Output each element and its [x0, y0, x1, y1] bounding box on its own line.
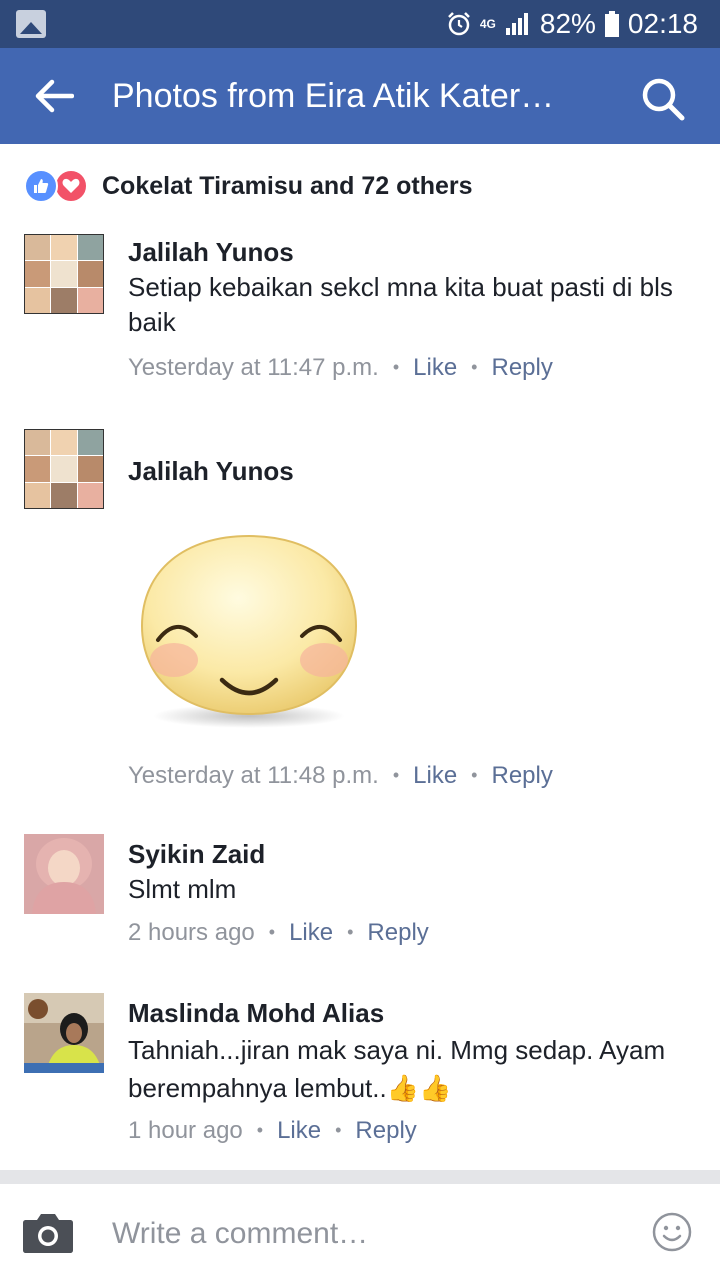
like-reaction-icon — [24, 169, 58, 203]
avatar[interactable] — [24, 993, 104, 1073]
avatar[interactable] — [24, 429, 104, 509]
comment-meta: 1 hour ago • Like • Reply — [128, 1115, 688, 1146]
comment-meta: Yesterday at 11:47 p.m. • Like • Reply — [128, 352, 688, 383]
status-bar: 4G 82% 02:18 — [0, 0, 720, 48]
comment-composer — [0, 1184, 720, 1280]
like-button[interactable]: Like — [277, 1117, 321, 1144]
status-icons: 4G 82% 02:18 — [446, 0, 698, 48]
alarm-icon — [447, 12, 470, 36]
comment-time: Yesterday at 11:47 p.m. — [128, 354, 379, 381]
avatar[interactable] — [24, 834, 104, 914]
like-button[interactable]: Like — [413, 354, 457, 381]
separator-dot: • — [471, 357, 478, 377]
avatar[interactable] — [24, 234, 104, 314]
comment-text: Tahniah...jiran mak saya ni. Mmg sedap. … — [128, 1035, 666, 1103]
app-bar: Photos from Eira Atik Kater… — [0, 48, 720, 144]
arrow-left-icon[interactable] — [34, 78, 74, 114]
battery-icon — [604, 11, 619, 37]
emoji-icon[interactable] — [652, 1212, 692, 1252]
page-title: Photos from Eira Atik Kater… — [112, 77, 555, 115]
comment-meta: Yesterday at 11:48 p.m. • Like • Reply — [128, 760, 688, 791]
gallery-notification-icon — [16, 10, 46, 38]
comment-time: Yesterday at 11:48 p.m. — [128, 762, 379, 789]
comment-author[interactable]: Jalilah Yunos — [128, 236, 688, 268]
reply-button[interactable]: Reply — [491, 762, 552, 789]
comment-author[interactable]: Maslinda Mohd Alias — [128, 997, 688, 1029]
comment-meta: 2 hours ago • Like • Reply — [128, 917, 688, 948]
battery-percentage: 82% — [539, 8, 596, 39]
comment-time: 2 hours ago — [128, 919, 255, 946]
comment-author[interactable]: Jalilah Yunos — [128, 455, 688, 487]
clock: 02:18 — [627, 8, 698, 39]
comment-author[interactable]: Syikin Zaid — [128, 838, 688, 870]
comment-input[interactable] — [112, 1212, 612, 1256]
love-reaction-icon — [54, 169, 88, 203]
like-button[interactable]: Like — [289, 919, 333, 946]
separator-dot: • — [392, 357, 400, 377]
signal-icon — [505, 13, 528, 35]
reply-button[interactable]: Reply — [367, 919, 428, 946]
composer-divider — [0, 1170, 720, 1184]
reply-button[interactable]: Reply — [355, 1117, 416, 1144]
like-button[interactable]: Like — [413, 762, 457, 789]
separator-dot: • — [347, 922, 354, 942]
search-icon[interactable] — [640, 76, 686, 122]
comment-text: Setiap kebaikan sekcl mna kita buat past… — [128, 272, 673, 337]
separator-dot: • — [392, 765, 400, 785]
separator-dot: • — [471, 765, 478, 785]
network-type: 4G — [479, 16, 496, 31]
separator-dot: • — [256, 1120, 264, 1140]
separator-dot: • — [268, 922, 276, 942]
separator-dot: • — [335, 1120, 342, 1140]
smiling-face-sticker — [140, 534, 358, 728]
camera-icon[interactable] — [22, 1210, 74, 1254]
comment-text: Slmt mlm — [128, 874, 237, 904]
reactions-summary[interactable]: Cokelat Tiramisu and 72 others — [24, 168, 473, 204]
reactions-count: Cokelat Tiramisu and 72 others — [102, 171, 473, 200]
reply-button[interactable]: Reply — [491, 354, 552, 381]
comment-time: 1 hour ago — [128, 1117, 243, 1144]
